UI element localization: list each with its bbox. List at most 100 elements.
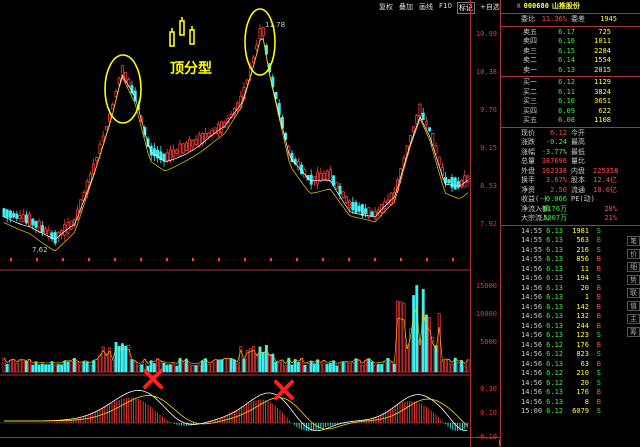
volume-axis: 15000 10000 5000 — [470, 270, 500, 375]
candle-body — [104, 126, 108, 131]
candle-body — [258, 28, 262, 40]
order-price: 6.10 — [558, 97, 575, 105]
side-tab[interactable]: 势 — [627, 275, 640, 285]
date-marker — [426, 258, 428, 261]
volume-bar — [204, 358, 208, 373]
tick-time: 14:56 — [521, 274, 543, 282]
ma-line — [3, 38, 469, 240]
volume-bar — [261, 351, 265, 373]
side-tab[interactable]: 笔 — [627, 236, 640, 246]
volume-bar — [268, 354, 272, 373]
candle-body — [101, 135, 105, 142]
tick-price: 6.13 — [546, 255, 563, 263]
stat-label: 净流入额 — [521, 204, 549, 213]
candle-body — [261, 27, 265, 37]
tick-row: 14:56 6.12 210 S — [501, 369, 640, 379]
volume-bar — [354, 358, 358, 373]
volume-bar — [290, 364, 294, 373]
tick-price: 6.13 — [546, 245, 563, 254]
volume-bar — [341, 362, 345, 373]
stat-label: 量比 — [571, 157, 585, 165]
peak-price-label: 11.78 — [265, 21, 286, 29]
side-tab[interactable]: 筹 — [627, 327, 640, 337]
tick-price: 6.13 — [546, 302, 563, 311]
axis-tick-label: 10000 — [475, 310, 497, 318]
volume-bar — [316, 359, 320, 373]
candle-body — [111, 104, 115, 110]
side-tab[interactable]: 主 — [627, 314, 640, 324]
side-tab-bar: 笔价细势联值主筹 — [627, 236, 640, 426]
tick-price: 6.13 — [546, 293, 563, 301]
date-marker — [62, 258, 64, 261]
volume-bar — [296, 361, 300, 373]
tick-volume: 194 — [576, 274, 589, 282]
diff-value: 1945 — [600, 15, 617, 23]
tick-volume: 563 — [576, 236, 589, 244]
volume-bar — [114, 341, 118, 373]
order-row: 卖五 6.17 725 — [501, 28, 640, 38]
volume-bar — [408, 328, 412, 373]
tick-direction: B — [596, 236, 601, 244]
kline-chart-area[interactable] — [0, 0, 500, 447]
candle-body — [316, 171, 320, 185]
tick-volume: 176 — [576, 388, 589, 396]
candle-body — [204, 132, 208, 141]
volume-bar — [325, 363, 329, 373]
order-price: 6.08 — [558, 116, 575, 124]
volume-bar — [210, 362, 214, 373]
candle-body — [338, 185, 342, 195]
candle-body — [197, 134, 201, 147]
side-tab[interactable]: 价 — [627, 249, 640, 259]
volume-bar — [31, 364, 35, 373]
volume-bar — [79, 364, 83, 373]
side-tab[interactable]: 细 — [627, 262, 640, 272]
order-row: 买五 6.08 1108 — [501, 116, 640, 126]
order-volume: 3824 — [594, 87, 611, 96]
peak-highlight-ellipse — [244, 8, 276, 76]
candle-body — [463, 175, 467, 188]
candlestick-chart[interactable] — [0, 0, 470, 447]
volume-bar — [50, 361, 54, 373]
toolbar-item[interactable]: 叠加 — [398, 2, 414, 14]
candle-body — [360, 204, 364, 216]
volume-bar — [328, 362, 332, 373]
tick-list[interactable]: 14:55 6.13 1981 S 14:55 6.13 563 B 14:55 6.13 216 S… — [501, 227, 640, 417]
side-tab[interactable]: 联 — [627, 288, 640, 298]
order-row: 买三 6.10 3651 — [501, 97, 640, 107]
candle-body — [28, 213, 32, 227]
volume-bar — [191, 364, 195, 373]
volume-bar — [98, 354, 102, 373]
date-marker — [10, 258, 12, 261]
toolbar-item[interactable]: F10 — [438, 2, 453, 14]
tick-price: 6.12 — [546, 369, 563, 377]
toolbar-item[interactable]: 复权 — [378, 2, 394, 14]
tick-price: 6.13 — [546, 236, 563, 244]
volume-bar — [280, 359, 284, 373]
order-volume: 725 — [598, 27, 611, 36]
order-volume: 1129 — [594, 78, 611, 86]
bottom-status-bar: 日线 — [0, 437, 505, 447]
stat-label: 最高 — [571, 138, 585, 146]
date-marker — [88, 258, 90, 261]
tick-direction: S — [596, 226, 601, 235]
stat-row: 收益(-) -0.066 PE(动) — [501, 195, 640, 205]
volume-bar — [76, 361, 80, 373]
side-tab[interactable]: 值 — [627, 301, 640, 311]
stock-title: R 000680 山推股份 — [501, 0, 640, 12]
tick-volume: 856 — [576, 255, 589, 263]
candle-body — [24, 214, 28, 224]
candle-body — [162, 153, 166, 162]
volume-bar — [133, 361, 137, 373]
tick-direction: B — [596, 388, 601, 396]
toolbar-item[interactable]: 画线 — [418, 2, 434, 14]
tick-volume: 142 — [576, 302, 589, 311]
volume-bar — [34, 362, 38, 373]
volume-bar — [335, 365, 339, 373]
candle-body — [178, 143, 182, 157]
volume-bar — [453, 357, 457, 373]
volume-bar — [216, 360, 220, 373]
candle-body — [447, 179, 451, 184]
volume-bar — [236, 362, 240, 373]
stat-value: 3.67% — [545, 176, 567, 184]
volume-bar — [92, 360, 96, 373]
